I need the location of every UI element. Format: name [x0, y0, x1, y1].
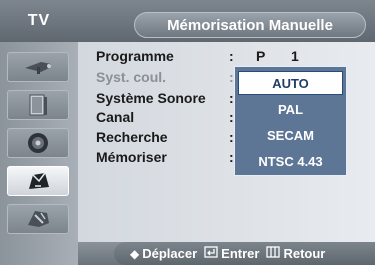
enter-icon: [204, 246, 218, 261]
row-label: Programme: [96, 48, 174, 64]
tv-osd-screen: TV Mémorisation Manuelle Programme: P 1…: [0, 0, 375, 265]
menu-row-programme[interactable]: Programme : P 1: [96, 48, 366, 67]
hint-enter-label: Entrer: [221, 246, 260, 261]
row-label: Mémoriser: [96, 149, 167, 165]
menu-return-icon: [266, 246, 281, 261]
header-bar: TV Mémorisation Manuelle: [0, 0, 375, 42]
row-colon: :: [229, 149, 234, 165]
up-down-arrows-icon: ◆: [130, 246, 140, 261]
row-colon: :: [229, 129, 234, 145]
hint-move: ◆ Déplacer: [130, 246, 197, 261]
programme-prefix: P: [256, 48, 266, 64]
category-sidebar: [0, 42, 78, 265]
menu-title: Mémorisation Manuelle: [134, 12, 366, 38]
colour-system-dropdown[interactable]: AUTO PAL SECAM NTSC 4.43: [234, 66, 347, 176]
row-colon: :: [229, 109, 234, 125]
row-label: Recherche: [96, 129, 168, 145]
row-label: Canal: [96, 109, 135, 125]
dropdown-option-secam[interactable]: SECAM: [238, 123, 343, 147]
tv-mode-label: TV: [27, 12, 51, 29]
help-hints: ◆ Déplacer Entrer Retour: [114, 242, 375, 265]
speaker-icon[interactable]: [7, 128, 69, 158]
row-colon: :: [229, 48, 234, 64]
row-label: Syst. coul.: [96, 69, 167, 85]
programme-number: 1: [291, 48, 299, 64]
footer-bar: ◆ Déplacer Entrer Retour: [78, 242, 375, 265]
channel-icon[interactable]: [7, 166, 69, 196]
picture-icon[interactable]: [7, 90, 69, 120]
row-colon: :: [229, 90, 234, 106]
dropdown-option-ntsc[interactable]: NTSC 4.43: [238, 149, 343, 173]
row-label: Système Sonore: [96, 90, 206, 106]
dropdown-option-auto[interactable]: AUTO: [238, 71, 343, 95]
hint-return-label: Retour: [283, 246, 326, 261]
antenna-icon[interactable]: [7, 52, 69, 82]
hint-return: Retour: [266, 246, 325, 261]
hint-enter: Entrer: [204, 246, 259, 261]
dropdown-option-pal[interactable]: PAL: [238, 97, 343, 121]
row-colon: :: [229, 69, 234, 85]
setup-icon[interactable]: [7, 204, 69, 234]
hint-move-label: Déplacer: [142, 246, 198, 261]
